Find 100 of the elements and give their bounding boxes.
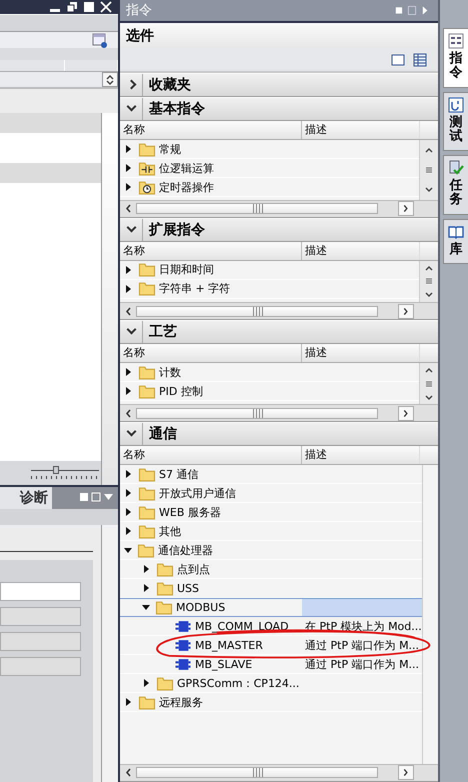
item-name: 其他 <box>159 524 181 539</box>
tree-row[interactable]: WEB 服务器 <box>120 503 422 522</box>
tree-row[interactable]: MODBUS <box>120 598 422 618</box>
scrollbar[interactable] <box>419 260 438 302</box>
expand-arrow-icon[interactable] <box>126 164 131 172</box>
scrollbar[interactable] <box>419 140 438 200</box>
scroll-down-icon[interactable] <box>425 292 433 298</box>
tree-row[interactable]: MB_MASTER 通过 PtP 端口作为 M... <box>120 636 422 656</box>
slider-thumb[interactable] <box>53 466 60 474</box>
scroll-thumb[interactable] <box>136 767 378 778</box>
folder-icon <box>155 600 173 616</box>
scroll-thumb[interactable] <box>136 306 378 317</box>
tree-row[interactable]: 常规 <box>120 140 419 160</box>
scrollbar[interactable] <box>102 72 118 88</box>
column-header: 名称 <box>120 121 302 140</box>
scroll-up-icon[interactable] <box>106 74 114 80</box>
expand-arrow-icon[interactable] <box>126 527 131 536</box>
side-tab[interactable]: 库 <box>443 218 468 264</box>
test-icon <box>448 96 464 113</box>
section-header[interactable]: 收藏夹 <box>120 73 438 98</box>
folder-icon <box>138 504 156 520</box>
maximize-icon[interactable] <box>83 0 95 13</box>
item-name: MB_SLAVE <box>195 658 252 671</box>
restore-icon[interactable] <box>66 0 78 13</box>
tree-row[interactable]: 计数 <box>120 363 419 382</box>
side-tab[interactable]: 任务 <box>443 155 468 215</box>
scroll-right-icon[interactable] <box>398 406 414 421</box>
scroll-thumb-icon[interactable] <box>425 380 433 387</box>
input-field[interactable] <box>0 632 81 651</box>
folder-icon <box>156 676 174 691</box>
zoom-slider[interactable] <box>31 466 99 480</box>
panel-controls-icon[interactable] <box>394 4 430 16</box>
column-header: 名称 <box>120 446 302 464</box>
scroll-thumb-icon[interactable] <box>425 278 433 284</box>
scroll-thumb[interactable] <box>136 408 378 419</box>
close-icon[interactable] <box>100 0 112 13</box>
scrollbar[interactable] <box>120 200 438 218</box>
scrollbar[interactable] <box>120 404 438 422</box>
tree-row[interactable]: 日期和时间 <box>120 260 419 280</box>
folder-icon <box>156 562 174 577</box>
input-field[interactable] <box>0 657 81 676</box>
expand-arrow-icon[interactable] <box>144 584 149 592</box>
section-header[interactable]: 通信 <box>120 422 438 446</box>
diagnostics-tab[interactable]: 诊断 <box>0 486 52 509</box>
scrollbar[interactable] <box>120 764 438 782</box>
tree-row[interactable]: 点到点 <box>120 560 422 580</box>
table-icon[interactable] <box>412 52 428 68</box>
scroll-up-icon[interactable] <box>425 366 433 373</box>
expand-arrow-icon[interactable] <box>126 368 131 376</box>
scroll-right-icon[interactable] <box>398 765 414 780</box>
input-field[interactable] <box>0 582 81 601</box>
input-field[interactable] <box>0 607 81 626</box>
expand-arrow-icon[interactable] <box>124 548 132 553</box>
scrollbar[interactable] <box>120 302 438 320</box>
expand-arrow-icon[interactable] <box>126 387 131 396</box>
tree-row[interactable]: GPRSComm：CP124... <box>120 674 422 694</box>
tree-row[interactable]: 开放式用户通信 <box>120 484 422 504</box>
tree-row[interactable]: 字符串 + 字符 <box>120 280 419 299</box>
scrollbar[interactable] <box>101 525 118 782</box>
folder-icon <box>138 281 156 296</box>
expand-arrow-icon[interactable] <box>126 489 131 498</box>
scrollbar[interactable] <box>419 363 438 404</box>
scroll-right-icon[interactable] <box>398 304 414 319</box>
scroll-thumb-icon[interactable] <box>425 166 433 173</box>
layout-icon[interactable] <box>390 52 406 68</box>
expand-arrow-icon[interactable] <box>126 508 131 516</box>
side-tab[interactable]: 指令 <box>443 28 468 88</box>
tree-row[interactable]: PID 控制 <box>120 382 419 402</box>
window-icon[interactable] <box>92 32 108 48</box>
scroll-up-icon[interactable] <box>425 147 433 154</box>
expand-arrow-icon[interactable] <box>126 183 131 192</box>
scroll-down-icon[interactable] <box>106 80 114 86</box>
section-header[interactable]: 扩展指令 <box>120 218 438 242</box>
section-header[interactable]: 基本指令 <box>120 97 438 122</box>
expand-arrow-icon[interactable] <box>142 605 150 610</box>
expand-arrow-icon[interactable] <box>126 145 131 154</box>
expand-arrow-icon[interactable] <box>126 470 131 478</box>
tree-row[interactable]: 其他 <box>120 522 422 542</box>
expand-arrow-icon[interactable] <box>126 284 131 293</box>
tree-row[interactable]: MB_SLAVE 通过 PtP 端口作为 M... <box>120 655 422 674</box>
section-header[interactable]: 工艺 <box>120 320 438 344</box>
column-header: 名称 <box>120 242 302 260</box>
scroll-right-icon[interactable] <box>398 201 414 216</box>
scrollbar[interactable] <box>101 112 118 485</box>
tree-row[interactable]: USS <box>120 579 422 598</box>
scroll-up-icon[interactable] <box>425 264 433 271</box>
scroll-thumb[interactable] <box>136 203 378 214</box>
tree-row[interactable]: 位逻辑运算 <box>120 159 419 178</box>
expand-arrow-icon[interactable] <box>144 679 149 688</box>
tree-row[interactable]: 通信处理器 <box>120 541 422 560</box>
expand-arrow-icon[interactable] <box>144 565 149 574</box>
tree-row[interactable]: 远程服务 <box>120 693 422 712</box>
expand-arrow-icon[interactable] <box>126 698 131 706</box>
scroll-down-icon[interactable] <box>425 186 433 193</box>
panel-controls-icon[interactable] <box>78 490 114 503</box>
tree-row[interactable]: 定时器操作 <box>120 178 419 198</box>
scroll-down-icon[interactable] <box>425 394 433 401</box>
tree-row[interactable]: S7 通信 <box>120 465 422 484</box>
expand-arrow-icon[interactable] <box>126 266 131 274</box>
side-tab[interactable]: 测试 <box>443 92 468 152</box>
